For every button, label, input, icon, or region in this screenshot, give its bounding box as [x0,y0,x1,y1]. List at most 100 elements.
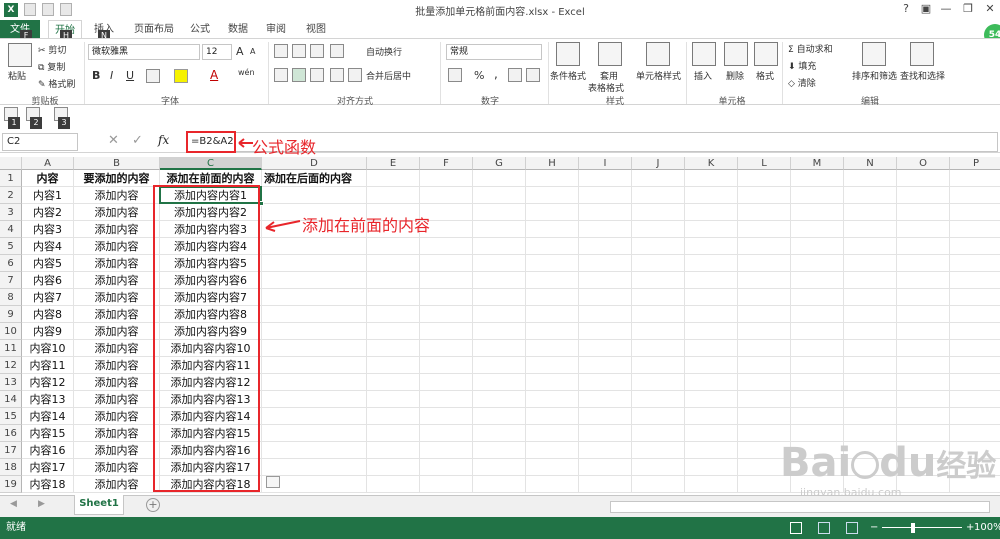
row-header[interactable]: 15 [0,408,22,425]
empty-cell[interactable] [685,374,738,391]
empty-cell[interactable] [473,425,526,442]
empty-cell[interactable] [526,238,579,255]
empty-cell[interactable] [738,170,791,187]
italic-button[interactable]: I [110,69,113,82]
empty-cell[interactable] [367,255,420,272]
column-header-k[interactable]: K [685,157,738,170]
empty-cell[interactable] [420,323,473,340]
tab-review[interactable]: 审阅 [260,20,292,39]
empty-cell[interactable] [579,425,632,442]
empty-cell[interactable] [579,306,632,323]
cell-a17[interactable]: 内容16 [22,442,74,459]
empty-cell[interactable] [632,374,685,391]
empty-cell[interactable] [632,221,685,238]
empty-cell[interactable] [420,459,473,476]
empty-cell[interactable] [897,272,950,289]
empty-cell[interactable] [897,170,950,187]
empty-cell[interactable] [632,323,685,340]
empty-cell[interactable] [420,187,473,204]
empty-cell[interactable] [738,306,791,323]
font-name-select[interactable]: 微软雅黑 [88,44,200,60]
empty-cell[interactable] [473,170,526,187]
table-format-icon[interactable] [598,42,622,66]
empty-cell[interactable] [367,187,420,204]
empty-cell[interactable] [738,357,791,374]
cell-b6[interactable]: 添加内容 [74,255,160,272]
empty-cell[interactable] [367,289,420,306]
empty-cell[interactable] [950,357,1000,374]
copy-button[interactable]: ⧉ 复制 [38,60,65,73]
add-sheet-button[interactable]: + [146,498,160,512]
column-header-a[interactable]: A [22,157,74,170]
empty-cell[interactable] [526,476,579,493]
empty-cell[interactable] [579,476,632,493]
empty-cell[interactable] [844,221,897,238]
empty-cell[interactable] [632,289,685,306]
empty-cell[interactable] [685,221,738,238]
empty-cell[interactable] [579,204,632,221]
column-header-c[interactable]: C [160,157,262,170]
empty-cell[interactable] [950,204,1000,221]
cell-styles-icon[interactable] [646,42,670,66]
empty-cell[interactable] [473,391,526,408]
empty-cell[interactable] [950,391,1000,408]
increase-indent-icon[interactable] [348,68,362,82]
empty-cell[interactable] [367,357,420,374]
cell-b14[interactable]: 添加内容 [74,391,160,408]
empty-cell[interactable] [950,340,1000,357]
empty-cell[interactable] [473,255,526,272]
empty-cell[interactable] [632,306,685,323]
empty-cell[interactable] [844,170,897,187]
empty-cell[interactable] [420,170,473,187]
empty-cell[interactable] [685,272,738,289]
cell-d11[interactable] [262,340,367,357]
column-header-i[interactable]: I [579,157,632,170]
empty-cell[interactable] [367,408,420,425]
cell-d8[interactable] [262,289,367,306]
cell-d16[interactable] [262,425,367,442]
empty-cell[interactable] [526,408,579,425]
column-header-b[interactable]: B [74,157,160,170]
empty-cell[interactable] [473,476,526,493]
empty-cell[interactable] [738,340,791,357]
cell-a7[interactable]: 内容6 [22,272,74,289]
orientation-icon[interactable] [330,44,344,58]
empty-cell[interactable] [950,289,1000,306]
insert-cells-icon[interactable] [692,42,716,66]
zoom-slider-thumb[interactable] [911,523,915,533]
empty-cell[interactable] [420,238,473,255]
horizontal-scrollbar[interactable] [610,501,990,513]
empty-cell[interactable] [844,391,897,408]
sort-filter-button[interactable]: 排序和筛选 [852,69,897,82]
cell-b4[interactable]: 添加内容 [74,221,160,238]
grow-font-button[interactable]: A [236,45,244,58]
page-layout-view-icon[interactable] [818,522,830,534]
cell-b1[interactable]: 要添加的内容 [74,170,160,187]
cell-d13[interactable] [262,374,367,391]
empty-cell[interactable] [579,374,632,391]
paste-options-icon[interactable] [266,476,280,488]
empty-cell[interactable] [632,476,685,493]
empty-cell[interactable] [526,374,579,391]
row-header[interactable]: 5 [0,238,22,255]
empty-cell[interactable] [526,170,579,187]
empty-cell[interactable] [367,374,420,391]
cell-b11[interactable]: 添加内容 [74,340,160,357]
autosum-button[interactable]: Σ 自动求和 [788,42,833,55]
select-all-corner[interactable] [0,157,22,170]
empty-cell[interactable] [420,357,473,374]
cell-a14[interactable]: 内容13 [22,391,74,408]
fill-button[interactable]: ⬇ 填充 [788,59,816,72]
empty-cell[interactable] [579,187,632,204]
cell-b16[interactable]: 添加内容 [74,425,160,442]
cell-a16[interactable]: 内容15 [22,425,74,442]
empty-cell[interactable] [420,272,473,289]
currency-icon[interactable] [448,68,462,82]
empty-cell[interactable] [526,442,579,459]
cell-a9[interactable]: 内容8 [22,306,74,323]
cell-d5[interactable] [262,238,367,255]
column-header-h[interactable]: H [526,157,579,170]
sort-filter-icon[interactable] [862,42,886,66]
column-header-n[interactable]: N [844,157,897,170]
empty-cell[interactable] [579,323,632,340]
